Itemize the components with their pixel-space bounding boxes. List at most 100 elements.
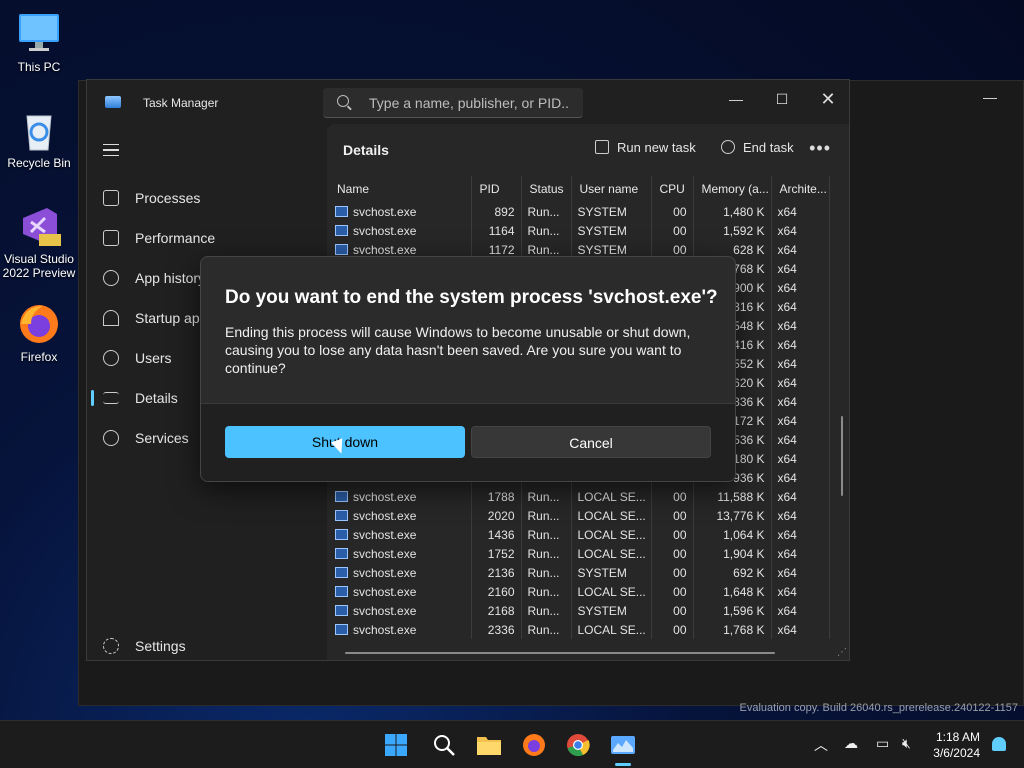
cell-text: Run... bbox=[527, 546, 560, 561]
resize-grip-icon[interactable]: ⋰ bbox=[837, 647, 847, 658]
task-manager-taskbar-button[interactable] bbox=[610, 733, 635, 757]
table-row[interactable]: svchost.exe 2336 Run... LOCAL SE... 00 1,768 … bbox=[329, 620, 830, 639]
cell-text: 836 K bbox=[733, 394, 765, 409]
process-icon bbox=[335, 243, 348, 255]
cell-arch: x64 bbox=[771, 544, 830, 563]
windows-logo-icon bbox=[385, 734, 407, 756]
cell-pid: 2136 bbox=[471, 563, 522, 582]
monitor-icon bbox=[17, 12, 61, 56]
minimize-icon[interactable]: — bbox=[983, 89, 997, 105]
table-row[interactable]: svchost.exe 892 Run... SYSTEM 00 1,480 K x64 bbox=[329, 202, 830, 221]
column-header-architecture[interactable]: Archite... bbox=[771, 176, 830, 202]
hamburger-menu-icon[interactable] bbox=[103, 144, 119, 156]
cell-text: x64 bbox=[777, 565, 797, 580]
search-box[interactable] bbox=[323, 88, 583, 118]
cell-text: x64 bbox=[777, 584, 797, 599]
cell-text: x64 bbox=[777, 299, 797, 314]
visual-studio-icon bbox=[17, 204, 61, 248]
run-new-task-button[interactable]: Run new task bbox=[595, 140, 696, 155]
cell-text: 172 K bbox=[733, 413, 765, 428]
cell-arch: x64 bbox=[771, 316, 830, 335]
table-row[interactable]: svchost.exe 1752 Run... LOCAL SE... 00 1,904 … bbox=[329, 544, 830, 563]
table-row[interactable]: svchost.exe 2168 Run... SYSTEM 00 1,596 K x64 bbox=[329, 601, 830, 620]
cell-arch: x64 bbox=[771, 487, 830, 506]
desktop-icon-recycle-bin[interactable]: Recycle Bin bbox=[0, 108, 78, 170]
clock[interactable]: 1:18 AM 3/6/2024 bbox=[933, 729, 980, 761]
cell-text: SYSTEM bbox=[577, 204, 627, 219]
process-icon bbox=[335, 224, 348, 236]
cloud-offline-icon[interactable]: ☁ bbox=[844, 735, 858, 752]
cell-text: x64 bbox=[777, 603, 797, 618]
cell-text: 692 K bbox=[733, 565, 765, 580]
desktop-icon-label: This PC bbox=[17, 60, 61, 74]
notification-bell-icon[interactable] bbox=[992, 737, 1006, 751]
cell-text: svchost.exe bbox=[353, 489, 417, 504]
cell-text: 900 K bbox=[733, 280, 765, 295]
performance-icon bbox=[103, 230, 119, 246]
vertical-scrollbar[interactable] bbox=[841, 416, 843, 496]
cell-user: SYSTEM bbox=[571, 563, 652, 582]
search-taskbar-button[interactable] bbox=[432, 733, 456, 757]
cell-text: x64 bbox=[777, 546, 797, 561]
table-row[interactable]: svchost.exe 1788 Run... LOCAL SE... 00 11,588… bbox=[329, 487, 830, 506]
gear-icon bbox=[103, 638, 119, 654]
file-explorer-button[interactable] bbox=[476, 733, 501, 757]
cell-text: svchost.exe bbox=[353, 223, 417, 238]
cell-memory: 1,768 K bbox=[693, 620, 772, 639]
cell-user: LOCAL SE... bbox=[571, 506, 652, 525]
desktop-icon-visual-studio[interactable]: Visual Studio 2022 Preview bbox=[0, 204, 78, 280]
end-task-button[interactable]: End task bbox=[721, 140, 794, 155]
search-icon bbox=[434, 735, 455, 756]
table-row[interactable]: svchost.exe 2136 Run... SYSTEM 00 692 K x64 bbox=[329, 563, 830, 582]
firefox-taskbar-button[interactable] bbox=[522, 733, 546, 757]
desktop-icon-firefox[interactable]: Firefox bbox=[0, 302, 78, 364]
chevron-up-icon[interactable]: ︿ bbox=[814, 735, 828, 755]
column-header-name[interactable]: Name bbox=[329, 176, 472, 202]
more-options-icon[interactable]: ••• bbox=[809, 138, 831, 159]
cell-pid: 2168 bbox=[471, 601, 522, 620]
chrome-taskbar-button[interactable] bbox=[566, 733, 590, 757]
cell-memory: 692 K bbox=[693, 563, 772, 582]
cell-text: x64 bbox=[777, 622, 797, 637]
cell-name: svchost.exe bbox=[329, 202, 472, 221]
cell-arch: x64 bbox=[771, 430, 830, 449]
column-header-memory[interactable]: Memory (a... bbox=[693, 176, 772, 202]
desktop-icon-this-pc[interactable]: This PC bbox=[0, 12, 78, 74]
maximize-button[interactable]: ☐ bbox=[759, 86, 805, 114]
table-row[interactable]: svchost.exe 2020 Run... LOCAL SE... 00 13,776… bbox=[329, 506, 830, 525]
nav-item-settings[interactable]: Settings bbox=[91, 628, 321, 664]
cell-arch: x64 bbox=[771, 202, 830, 221]
network-icon[interactable]: ▭ bbox=[876, 735, 889, 752]
cell-user: LOCAL SE... bbox=[571, 525, 652, 544]
search-input[interactable] bbox=[369, 88, 569, 118]
column-header-pid[interactable]: PID bbox=[471, 176, 522, 202]
cancel-button[interactable]: Cancel bbox=[471, 426, 711, 458]
nav-item-performance[interactable]: Performance bbox=[91, 220, 321, 256]
cell-text: x64 bbox=[777, 261, 797, 276]
cell-arch: x64 bbox=[771, 335, 830, 354]
table-row[interactable]: svchost.exe 1164 Run... SYSTEM 00 1,592 K x64 bbox=[329, 221, 830, 240]
cell-cpu: 00 bbox=[651, 506, 694, 525]
column-header-user-name[interactable]: User name bbox=[571, 176, 652, 202]
table-row[interactable]: svchost.exe 1436 Run... LOCAL SE... 00 1,064 … bbox=[329, 525, 830, 544]
cell-text: 00 bbox=[673, 489, 687, 504]
shut-down-button[interactable]: Shut down bbox=[225, 426, 465, 458]
cell-text: 00 bbox=[673, 508, 687, 523]
cell-text: 536 K bbox=[733, 432, 765, 447]
recycle-bin-icon bbox=[17, 108, 61, 152]
process-icon bbox=[335, 604, 348, 616]
close-button[interactable]: ✕ bbox=[805, 86, 851, 114]
column-header-cpu[interactable]: CPU bbox=[651, 176, 694, 202]
nav-item-label: Users bbox=[135, 350, 172, 366]
cell-text: Run... bbox=[527, 508, 560, 523]
minimize-button[interactable]: — bbox=[713, 86, 759, 114]
end-process-dialog: Do you want to end the system process 's… bbox=[200, 256, 736, 482]
nav-item-processes[interactable]: Processes bbox=[91, 180, 321, 216]
speaker-muted-icon[interactable]: 🔇︎ bbox=[902, 735, 911, 752]
cell-arch: x64 bbox=[771, 620, 830, 639]
table-row[interactable]: svchost.exe 2160 Run... LOCAL SE... 00 1,648 … bbox=[329, 582, 830, 601]
cell-pid: 1436 bbox=[471, 525, 522, 544]
horizontal-scrollbar[interactable] bbox=[345, 652, 775, 654]
column-header-status[interactable]: Status bbox=[521, 176, 572, 202]
start-button[interactable] bbox=[384, 733, 408, 757]
